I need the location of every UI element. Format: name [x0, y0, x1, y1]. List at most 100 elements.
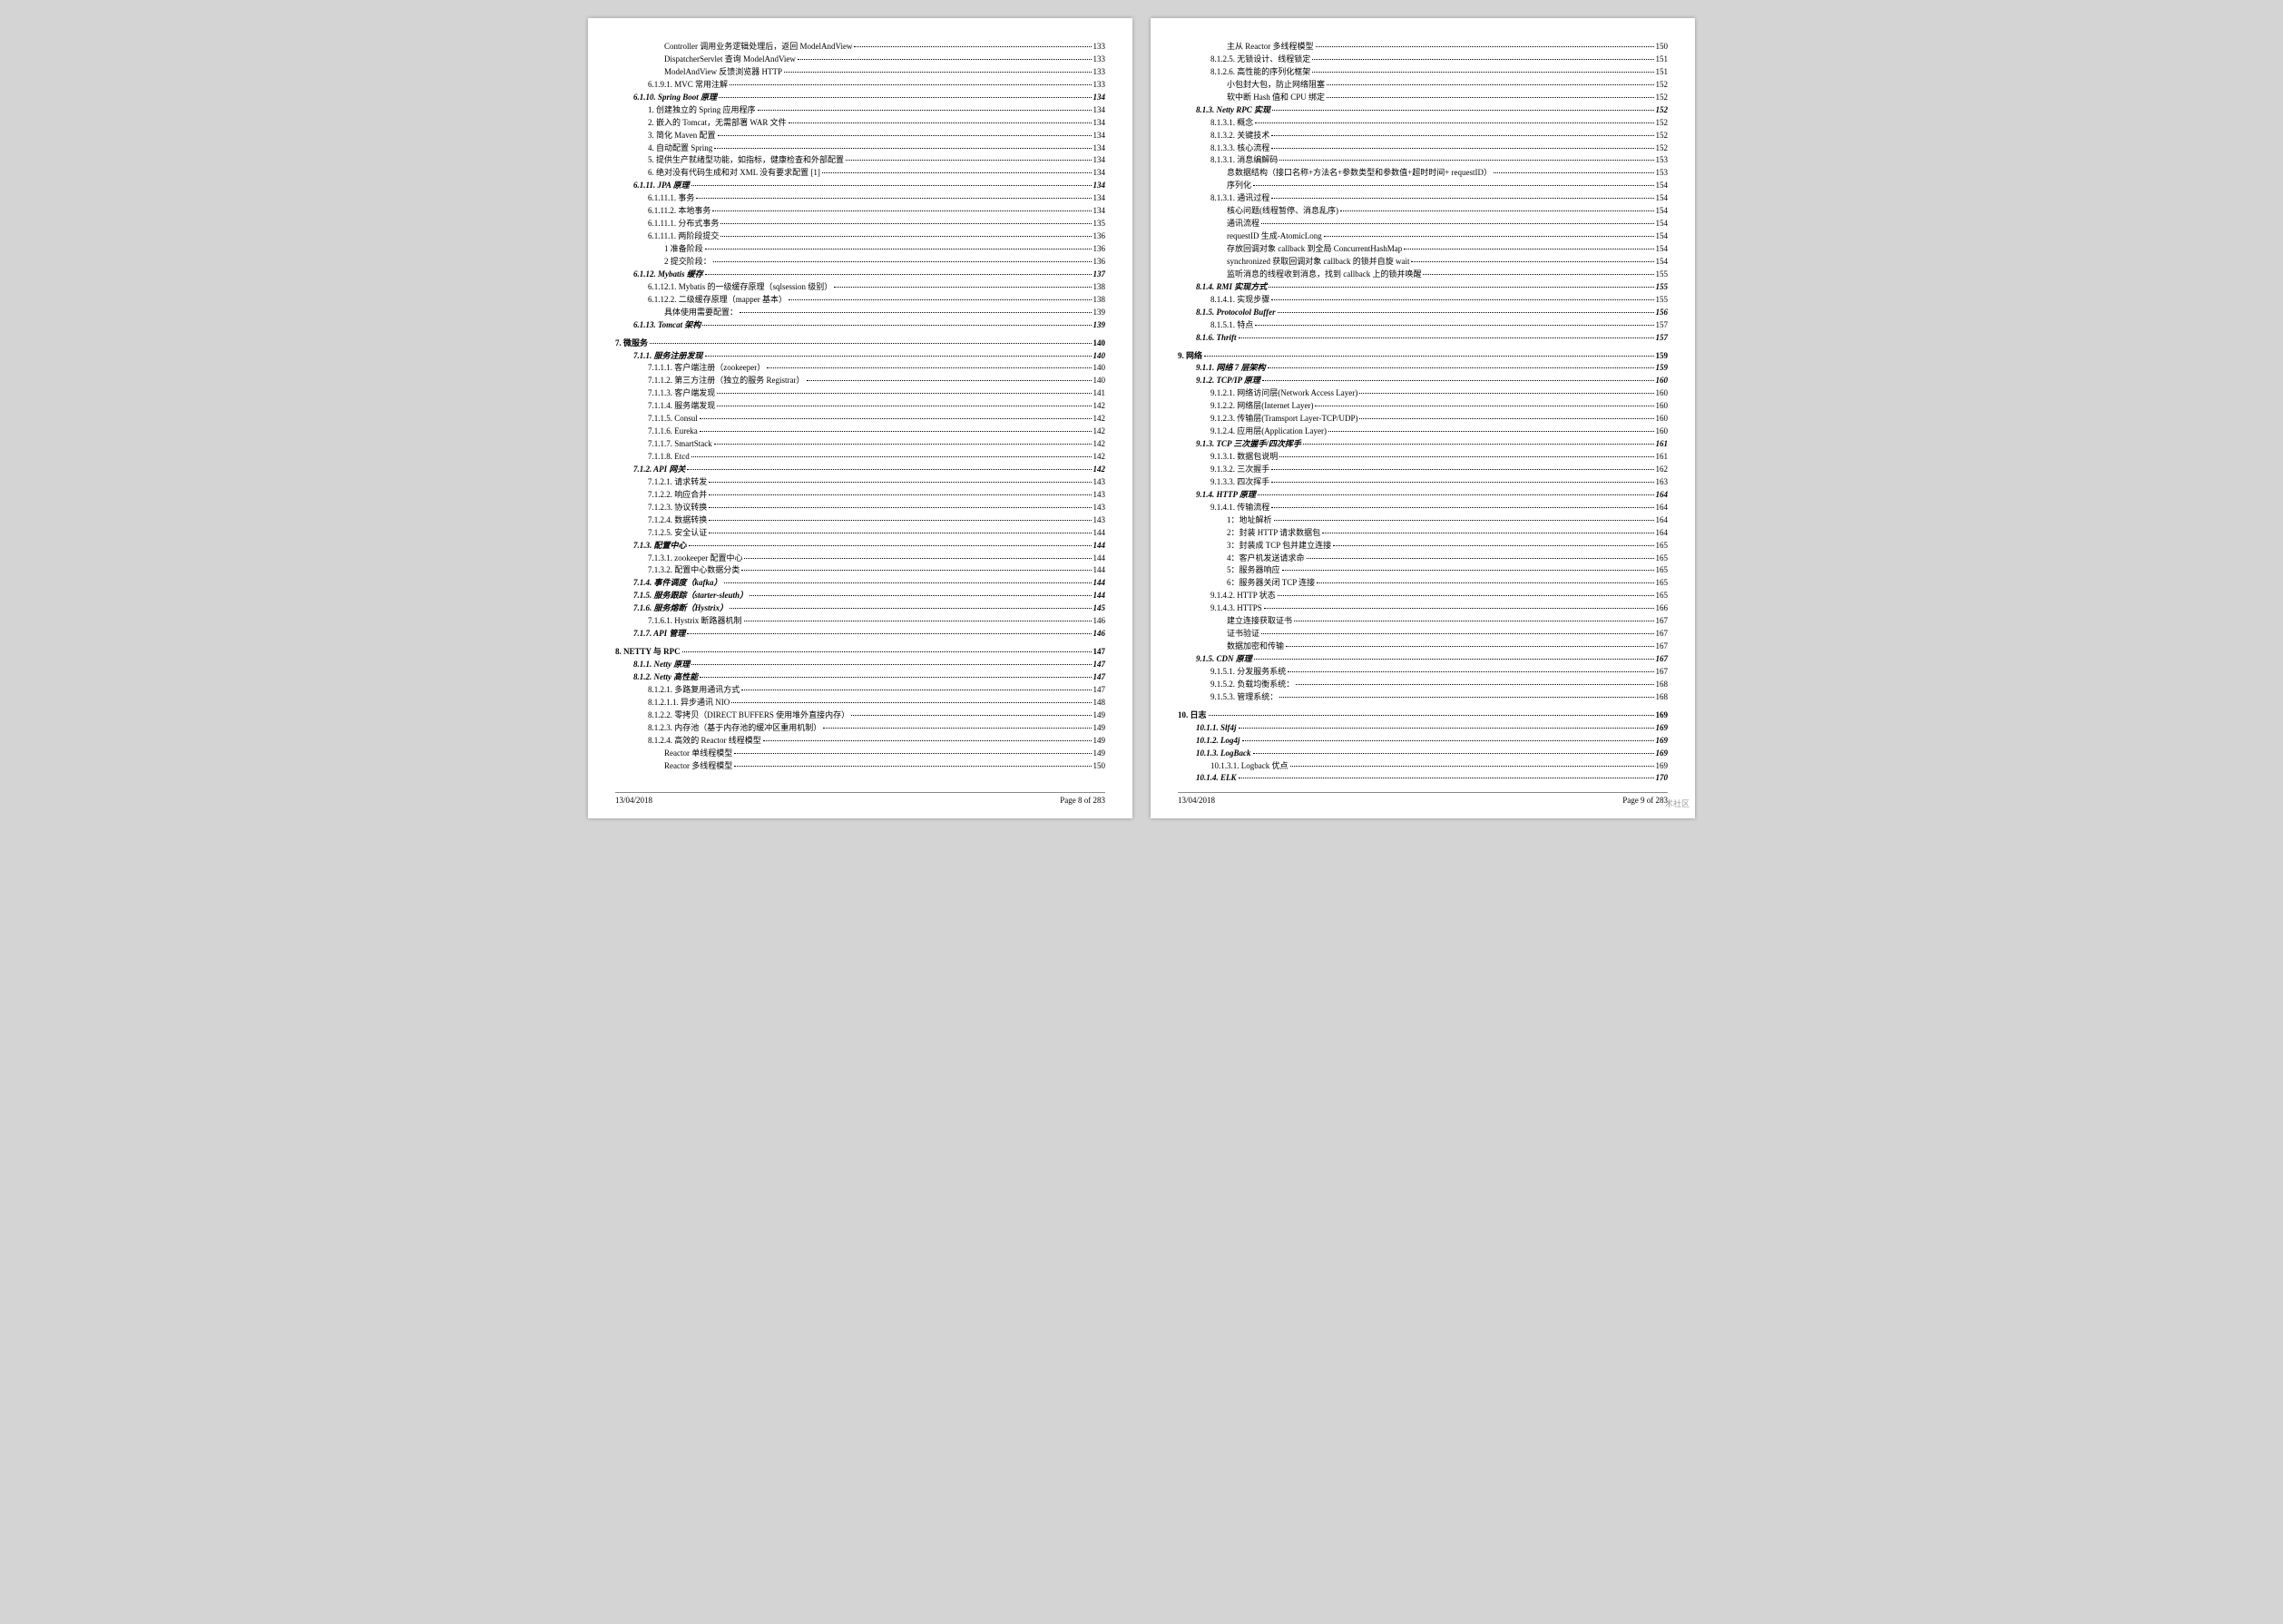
toc-entry[interactable]: 通讯流程154	[1178, 218, 1668, 230]
toc-entry[interactable]: 监听消息的线程收到消息，找到 callback 上的锁并唤醒155	[1178, 269, 1668, 281]
toc-entry[interactable]: 6.1.12. Mybatis 缓存137	[615, 269, 1105, 281]
toc-entry[interactable]: 8.1.1. Netty 原理147	[615, 659, 1105, 671]
toc-entry[interactable]: 8.1.2. Netty 高性能147	[615, 671, 1105, 684]
toc-entry[interactable]: 8.1.3.3. 核心流程152	[1178, 142, 1668, 155]
toc-entry[interactable]: 7.1.2.3. 协议转换143	[615, 502, 1105, 514]
toc-entry[interactable]: 7.1.2.5. 安全认证144	[615, 527, 1105, 540]
toc-entry[interactable]: 软中断 Hash 值和 CPU 绑定152	[1178, 92, 1668, 104]
toc-entry[interactable]: 8.1.3.1. 概念152	[1178, 117, 1668, 130]
toc-entry[interactable]: 6.1.11.1. 分布式事务135	[615, 218, 1105, 230]
toc-entry[interactable]: 9.1.3. TCP 三次握手/四次挥手161	[1178, 438, 1668, 451]
toc-entry[interactable]: 9.1.4.2. HTTP 状态165	[1178, 590, 1668, 602]
toc-entry[interactable]: 2：封装 HTTP 请求数据包164	[1178, 527, 1668, 540]
toc-entry[interactable]: 9.1.2.3. 传输层(Tramsport Layer-TCP/UDP)160	[1178, 413, 1668, 426]
toc-entry[interactable]: 7.1.2.4. 数据转换143	[615, 514, 1105, 527]
toc-entry[interactable]: 8.1.2.1.1. 异步通讯 NIO148	[615, 697, 1105, 709]
toc-entry[interactable]: 8.1.4. RMI 实现方式155	[1178, 281, 1668, 294]
toc-entry[interactable]: 10.1.1. Slf4j169	[1178, 722, 1668, 735]
toc-entry[interactable]: 9.1.4.3. HTTPS166	[1178, 602, 1668, 615]
toc-entry[interactable]: 9.1.2. TCP/IP 原理160	[1178, 375, 1668, 387]
toc-entry[interactable]: 7.1.2.1. 请求转发143	[615, 476, 1105, 489]
toc-entry[interactable]: 7.1.3.2. 配置中心数据分类144	[615, 564, 1105, 577]
toc-entry[interactable]: 6.1.11.1. 两阶段提交136	[615, 230, 1105, 243]
toc-entry[interactable]: 10.1.3.1. Logback 优点169	[1178, 760, 1668, 773]
toc-entry[interactable]: 9.1.4. HTTP 原理164	[1178, 489, 1668, 502]
toc-entry[interactable]: 7.1.3.1. zookeeper 配置中心144	[615, 553, 1105, 565]
toc-entry[interactable]: 9.1.3.2. 三次握手162	[1178, 464, 1668, 476]
toc-entry[interactable]: 7.1.4. 事件调度（kafka）144	[615, 577, 1105, 590]
toc-entry[interactable]: 7.1.5. 服务跟踪（starter-sleuth）144	[615, 590, 1105, 602]
toc-entry[interactable]: 10.1.2. Log4j169	[1178, 735, 1668, 748]
toc-entry[interactable]: 9.1.3.1. 数据包说明161	[1178, 451, 1668, 464]
toc-entry[interactable]: 8.1.4.1. 实现步骤155	[1178, 294, 1668, 307]
toc-entry[interactable]: Reactor 单线程模型149	[615, 748, 1105, 760]
toc-entry[interactable]: 7.1.1.7. SmartStack142	[615, 438, 1105, 451]
toc-entry[interactable]: 1 准备阶段136	[615, 243, 1105, 256]
toc-entry[interactable]: 7.1.1.8. Etcd142	[615, 451, 1105, 464]
toc-entry[interactable]: 3：封装成 TCP 包并建立连接165	[1178, 540, 1668, 553]
toc-entry[interactable]: 8.1.3.1. 消息编解码153	[1178, 154, 1668, 167]
toc-entry[interactable]: 9.1.5. CDN 原理167	[1178, 653, 1668, 666]
toc-entry[interactable]: 9. 网络159	[1178, 350, 1668, 363]
toc-entry[interactable]: 9.1.2.2. 网络层(Internet Layer)160	[1178, 400, 1668, 413]
toc-entry[interactable]: 7.1.1.3. 客户端发现141	[615, 387, 1105, 400]
toc-entry[interactable]: 主从 Reactor 多线程模型150	[1178, 41, 1668, 54]
toc-entry[interactable]: 小包封大包，防止网络阻塞152	[1178, 79, 1668, 92]
toc-entry[interactable]: 6.1.12.1. Mybatis 的一级缓存原理（sqlsession 级别）…	[615, 281, 1105, 294]
toc-entry[interactable]: 9.1.2.4. 应用层(Application Layer)160	[1178, 426, 1668, 438]
toc-entry[interactable]: 4. 自动配置 Spring134	[615, 142, 1105, 155]
toc-entry[interactable]: 4：客户机发送请求命165	[1178, 553, 1668, 565]
toc-entry[interactable]: 息数据结构（接口名称+方法名+参数类型和参数值+超时时间+ requestID）…	[1178, 167, 1668, 180]
toc-entry[interactable]: 7.1.1. 服务注册发现140	[615, 350, 1105, 363]
toc-entry[interactable]: 7. 微服务140	[615, 338, 1105, 350]
toc-entry[interactable]: 7.1.1.6. Eureka142	[615, 426, 1105, 438]
toc-entry[interactable]: 存放回调对象 callback 到全局 ConcurrentHashMap154	[1178, 243, 1668, 256]
toc-entry[interactable]: 核心问题(线程暂停、消息乱序)154	[1178, 205, 1668, 218]
toc-entry[interactable]: 1：地址解析164	[1178, 514, 1668, 527]
toc-entry[interactable]: ModelAndView 反馈浏览器 HTTP133	[615, 66, 1105, 79]
toc-entry[interactable]: 6.1.9.1. MVC 常用注解133	[615, 79, 1105, 92]
toc-entry[interactable]: 7.1.6.1. Hystrix 断路器机制146	[615, 615, 1105, 628]
toc-entry[interactable]: 2 提交阶段：136	[615, 256, 1105, 269]
toc-entry[interactable]: 8.1.2.3. 内存池（基于内存池的缓冲区重用机制）149	[615, 722, 1105, 735]
toc-entry[interactable]: 9.1.5.2. 负载均衡系统：168	[1178, 679, 1668, 691]
toc-entry[interactable]: 9.1.5.1. 分发服务系统167	[1178, 666, 1668, 679]
toc-entry[interactable]: 7.1.1.1. 客户端注册（zookeeper）140	[615, 362, 1105, 375]
toc-entry[interactable]: 1. 创建独立的 Spring 应用程序134	[615, 104, 1105, 117]
toc-entry[interactable]: 5. 提供生产就绪型功能，如指标，健康检查和外部配置134	[615, 154, 1105, 167]
toc-entry[interactable]: 9.1.3.3. 四次挥手163	[1178, 476, 1668, 489]
toc-entry[interactable]: 2. 嵌入的 Tomcat，无需部署 WAR 文件134	[615, 117, 1105, 130]
toc-entry[interactable]: 8.1.2.1. 多路复用通讯方式147	[615, 684, 1105, 697]
toc-entry[interactable]: 序列化154	[1178, 180, 1668, 192]
toc-entry[interactable]: 证书验证167	[1178, 628, 1668, 641]
toc-entry[interactable]: DispatcherServlet 查询 ModelAndView133	[615, 54, 1105, 66]
toc-entry[interactable]: 6.1.12.2. 二级缓存原理（mapper 基本）138	[615, 294, 1105, 307]
toc-entry[interactable]: 8.1.2.5. 无锁设计、线程锁定151	[1178, 54, 1668, 66]
toc-entry[interactable]: 9.1.1. 网络 7 层架构159	[1178, 362, 1668, 375]
toc-entry[interactable]: Controller 调用业务逻辑处理后，返回 ModelAndView133	[615, 41, 1105, 54]
toc-entry[interactable]: 7.1.2.2. 响应合并143	[615, 489, 1105, 502]
toc-entry[interactable]: 6.1.11. JPA 原理134	[615, 180, 1105, 192]
toc-entry[interactable]: 6.1.11.2. 本地事务134	[615, 205, 1105, 218]
toc-entry[interactable]: 建立连接获取证书167	[1178, 615, 1668, 628]
toc-entry[interactable]: 8.1.2.4. 高效的 Reactor 线程模型149	[615, 735, 1105, 748]
toc-entry[interactable]: Reactor 多线程模型150	[615, 760, 1105, 773]
toc-entry[interactable]: 6. 绝对没有代码生成和对 XML 没有要求配置 [1]134	[615, 167, 1105, 180]
toc-entry[interactable]: synchronized 获取回调对象 callback 的锁并自旋 wait1…	[1178, 256, 1668, 269]
toc-entry[interactable]: 6.1.11.1. 事务134	[615, 192, 1105, 205]
toc-entry[interactable]: 8.1.5. Protocolol Buffer156	[1178, 307, 1668, 319]
toc-entry[interactable]: 6.1.13. Tomcat 架构139	[615, 319, 1105, 332]
toc-entry[interactable]: 8.1.2.2. 零拷贝（DIRECT BUFFERS 使用堆外直接内存）149	[615, 709, 1105, 722]
toc-entry[interactable]: requestID 生成-AtomicLong154	[1178, 230, 1668, 243]
toc-entry[interactable]: 9.1.2.1. 网络访问层(Network Access Layer)160	[1178, 387, 1668, 400]
toc-entry[interactable]: 8.1.3.2. 关键技术152	[1178, 130, 1668, 142]
toc-entry[interactable]: 8.1.2.6. 高性能的序列化框架151	[1178, 66, 1668, 79]
toc-entry[interactable]: 8.1.3. Netty RPC 实现152	[1178, 104, 1668, 117]
toc-entry[interactable]: 5：服务器响应165	[1178, 564, 1668, 577]
toc-entry[interactable]: 具体使用需要配置：139	[615, 307, 1105, 319]
toc-entry[interactable]: 7.1.1.2. 第三方注册（独立的服务 Registrar）140	[615, 375, 1105, 387]
toc-entry[interactable]: 7.1.6. 服务熔断（Hystrix）145	[615, 602, 1105, 615]
toc-entry[interactable]: 6.1.10. Spring Boot 原理134	[615, 92, 1105, 104]
toc-entry[interactable]: 10.1.3. LogBack169	[1178, 748, 1668, 760]
toc-entry[interactable]: 3. 简化 Maven 配置134	[615, 130, 1105, 142]
